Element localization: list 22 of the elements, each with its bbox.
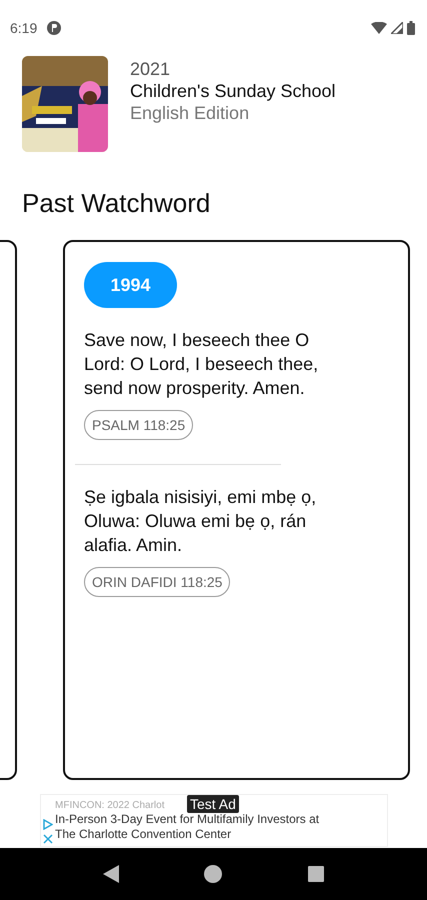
book-year: 2021 (130, 58, 172, 80)
battery-icon (407, 21, 415, 35)
verse-reference: ORIN DAFIDI 118:25 (84, 567, 230, 597)
wifi-icon (371, 22, 387, 34)
clock: 6:19 (10, 20, 38, 36)
close-icon[interactable] (43, 834, 53, 844)
verse-text: Save now, I beseech thee O Lord: O Lord, I beseech thee, send now prosperity. Amen. (84, 329, 320, 400)
verse-text: Ṣe igbala nisisiyi, emi mbẹ ọ, Oluwa: Oluwa emi bẹ ọ, rán alafia. Amin. (84, 486, 318, 557)
section-title: Past Watchword (22, 188, 212, 220)
recents-icon[interactable] (308, 866, 324, 882)
book-title: Children's Sunday School (130, 80, 336, 102)
back-icon[interactable] (102, 865, 119, 883)
test-ad-label: Test Ad (187, 795, 239, 813)
ad-headline: MFINCON: 2022 Charlot (55, 799, 164, 812)
ad-text: In-Person 3-Day Event for Multifamily Investors at The Charlotte Convention Center (55, 812, 320, 842)
home-icon[interactable] (204, 865, 222, 883)
year-badge: 1994 (84, 262, 177, 308)
verse-reference: PSALM 118:25 (84, 410, 194, 440)
play-icon[interactable] (43, 819, 53, 830)
book-edition: English Edition (130, 102, 250, 124)
signal-icon (391, 22, 403, 34)
notification-icon (47, 21, 62, 35)
